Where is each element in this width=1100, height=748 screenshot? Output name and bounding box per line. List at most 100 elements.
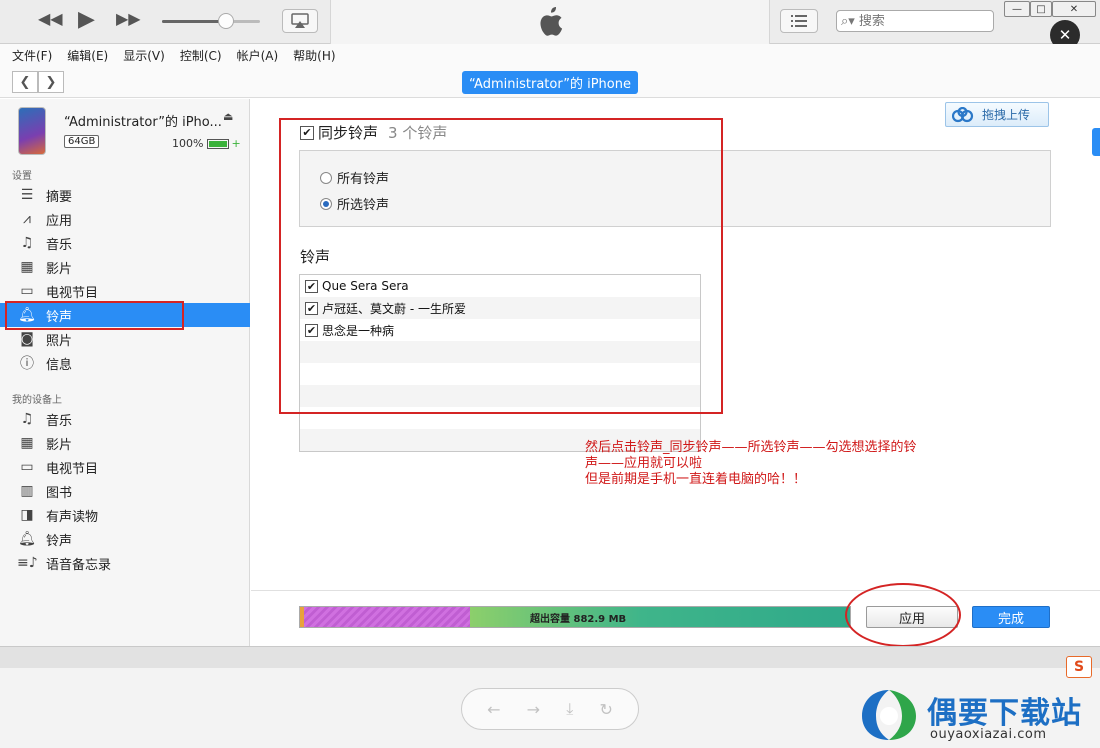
status-bar	[0, 646, 1100, 668]
sidebar-settings-item-label: 照片	[46, 333, 73, 349]
menu-edit[interactable]: 编辑(E)	[67, 47, 108, 64]
sidebar: “Administrator”的 iPho... ⏏ 64GB 100% + 设…	[0, 99, 250, 646]
menu-file[interactable]: 文件(F)	[12, 47, 52, 64]
sidebar-settings-item-label: 应用	[46, 213, 73, 229]
back-button[interactable]: ❮	[12, 71, 38, 93]
rewind-icon[interactable]: ◀◀	[38, 9, 63, 28]
drag-upload-button[interactable]: 拖拽上传	[945, 102, 1049, 127]
maximize-button[interactable]: □	[1030, 1, 1052, 17]
list-view-button[interactable]	[780, 9, 818, 33]
sidebar-settings-item[interactable]: ⓘ 信息	[0, 351, 250, 375]
sidebar-ondevice-item-label: 音乐	[46, 413, 73, 429]
sidebar-settings-item[interactable]: ▭ 电视节目	[0, 279, 250, 303]
sidebar-settings-item[interactable]: ⩘ 应用	[0, 207, 250, 231]
annotation-highlight-box	[279, 118, 723, 414]
watermark-logo-icon	[862, 690, 916, 740]
done-button[interactable]: 完成	[972, 606, 1050, 628]
storage-segment-free: 超出容量 882.9 MB	[470, 607, 850, 627]
search-field[interactable]: ⌕▾	[836, 10, 994, 32]
sidebar-settings-item[interactable]: ♫ 音乐	[0, 231, 250, 255]
sidebar-settings-item-label: 摘要	[46, 189, 73, 205]
annotation-sidebar-highlight	[5, 301, 184, 330]
device-name: “Administrator”的 iPho...	[64, 115, 222, 130]
sidebar-ondevice-item-label: 图书	[46, 485, 73, 501]
search-input[interactable]	[858, 13, 969, 29]
menu-controls[interactable]: 控制(C)	[180, 47, 222, 64]
eject-icon[interactable]: ⏏	[223, 110, 233, 123]
storage-bar[interactable]: 超出容量 882.9 MB	[299, 606, 851, 628]
info-icon: ⓘ	[20, 356, 34, 372]
device-info: “Administrator”的 iPho... ⏏ 64GB 100% +	[0, 99, 250, 161]
arrow-right-icon[interactable]: →	[527, 700, 540, 719]
annotation-line: 声——应用就可以啦	[585, 456, 703, 471]
sidebar-ondevice-item[interactable]: ▥ 图书	[0, 479, 250, 503]
sidebar-settings-item[interactable]: ▦ 影片	[0, 255, 250, 279]
apps-icon: ⩘	[23, 211, 31, 227]
tv-icon: ▭	[20, 459, 34, 475]
sidebar-ondevice-item[interactable]: ♫ 音乐	[0, 407, 250, 431]
annotation-apply-circle	[845, 583, 961, 647]
bottom-controls: ← → ⤓ ↻	[461, 688, 639, 730]
sidebar-ondevice-item[interactable]: ▦ 影片	[0, 431, 250, 455]
tv-icon: ▭	[20, 283, 34, 299]
sidebar-settings-item-label: 信息	[46, 357, 73, 373]
sidebar-ondevice-item[interactable]: 🔔︎ 铃声	[0, 527, 250, 551]
on-device-section-title: 我的设备上	[12, 395, 62, 406]
lcd-display	[330, 0, 770, 44]
annotation-text: 然后点击铃声_同步铃声——所选铃声——勾选想选择的铃 声——应用就可以啦 但是前…	[585, 440, 995, 488]
volume-knob[interactable]	[218, 13, 234, 29]
airplay-icon	[291, 13, 309, 28]
refresh-icon[interactable]: ↻	[599, 700, 612, 719]
apple-logo-icon	[540, 7, 563, 36]
film-icon: ▦	[20, 435, 34, 451]
capacity-badge: 64GB	[64, 135, 100, 148]
voice-memo-icon: ≡♪	[17, 555, 38, 571]
sogou-ime-icon[interactable]: S	[1066, 656, 1092, 678]
sidebar-ondevice-item[interactable]: ≡♪ 语音备忘录	[0, 551, 250, 575]
sidebar-ondevice-item-label: 语音备忘录	[46, 557, 112, 573]
airplay-button[interactable]	[282, 9, 318, 33]
summary-icon: ☰	[20, 187, 34, 203]
music-icon: ♫	[20, 235, 34, 251]
battery-icon	[207, 138, 230, 149]
sidebar-settings-item[interactable]: ◙ 照片	[0, 327, 250, 351]
sidebar-ondevice-item-label: 铃声	[46, 533, 73, 549]
chevron-right-icon: ❯	[45, 74, 57, 90]
settings-section-title: 设置	[12, 171, 32, 182]
menu-account[interactable]: 帐户(A)	[237, 47, 279, 64]
battery-percent: 100%	[172, 137, 204, 150]
annotation-line: 但是前期是手机一直连着电脑的哈！！	[585, 472, 807, 487]
play-icon[interactable]: ▶	[78, 7, 95, 32]
arrow-left-icon[interactable]: ←	[487, 700, 500, 719]
download-icon[interactable]: ⤓	[566, 699, 573, 719]
volume-slider[interactable]	[162, 20, 260, 23]
annotation-line: 然后点击铃声_同步铃声——所选铃声——勾选想选择的铃	[585, 440, 917, 455]
list-icon	[791, 15, 807, 27]
drag-upload-label: 拖拽上传	[982, 108, 1031, 122]
menu-help[interactable]: 帮助(H)	[293, 47, 335, 64]
sidebar-ondevice-item-label: 电视节目	[46, 461, 99, 477]
sidebar-ondevice-item-label: 影片	[46, 437, 73, 453]
device-title-button[interactable]: “Administrator”的 iPhone	[462, 71, 638, 94]
storage-label: 超出容量 882.9 MB	[530, 614, 627, 625]
sidebar-ondevice-item[interactable]: ▭ 电视节目	[0, 455, 250, 479]
sidebar-ondevice-item[interactable]: ◨ 有声读物	[0, 503, 250, 527]
sidebar-settings-item[interactable]: ☰ 摘要	[0, 183, 250, 207]
search-icon: ⌕▾	[841, 13, 855, 29]
battery-status: 100% +	[172, 137, 241, 150]
watermark-url: ouyaoxiazai.com	[930, 727, 1047, 742]
window-close-button[interactable]: ✕	[1052, 1, 1096, 17]
menu-bar: 文件(F) 编辑(E) 显示(V) 控制(C) 帐户(A) 帮助(H)	[0, 44, 1100, 66]
side-scroll-tab[interactable]	[1092, 128, 1100, 156]
storage-segment-apps	[304, 607, 470, 627]
book-icon: ▥	[20, 483, 34, 499]
chevron-left-icon: ❮	[19, 74, 31, 90]
sidebar-settings-item-label: 音乐	[46, 237, 73, 253]
minimize-button[interactable]: —	[1004, 1, 1030, 17]
charging-icon: +	[231, 137, 241, 150]
watermark-title: 偶要下载站	[927, 696, 1082, 731]
fast-forward-icon[interactable]: ▶▶	[116, 9, 141, 28]
menu-view[interactable]: 显示(V)	[123, 47, 165, 64]
audiobook-icon: ◨	[20, 507, 34, 523]
forward-button[interactable]: ❯	[38, 71, 64, 93]
